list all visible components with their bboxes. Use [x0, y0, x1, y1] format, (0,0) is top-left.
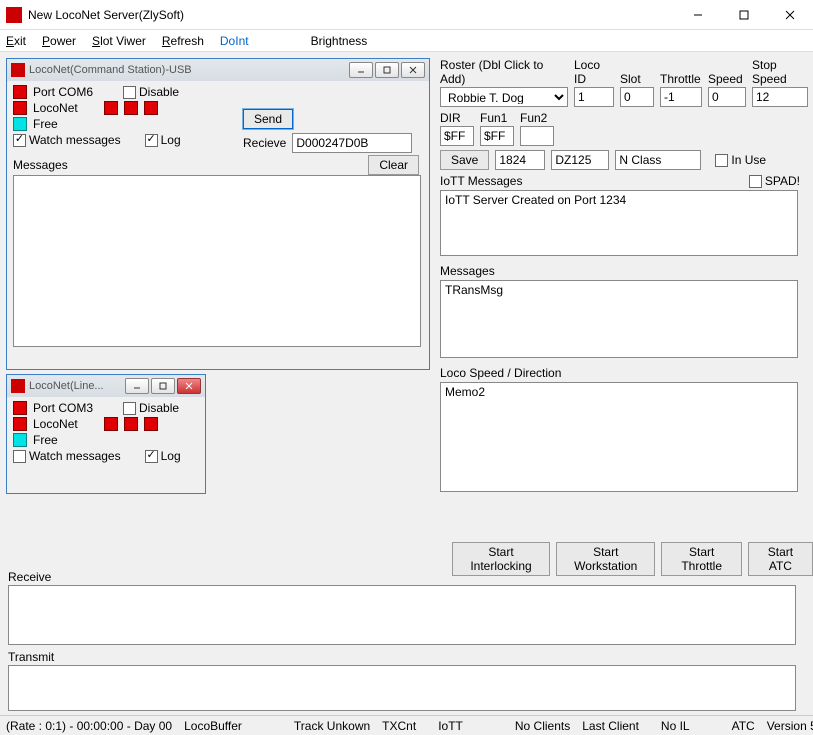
slot-label: Slot — [620, 72, 654, 86]
mdi1-watch-messages-checkbox[interactable]: Watch messages — [13, 133, 121, 147]
led-c — [144, 101, 158, 115]
mdi2-icon — [11, 379, 25, 393]
speed-input[interactable] — [708, 87, 746, 107]
mdi1-free-label: Free — [33, 117, 58, 131]
fun1-label: Fun1 — [480, 111, 514, 125]
mdi1-loconet-label: LocoNet — [33, 101, 78, 115]
status-bar: (Rate : 0:1) - 00:00:00 - Day 00 LocoBuf… — [0, 715, 813, 735]
mdi2-title: LocoNet(Line... — [29, 380, 125, 392]
transmit-textarea[interactable] — [8, 665, 796, 711]
mdi1-messages-label: Messages — [13, 158, 68, 172]
status-track: Track Unkown — [288, 719, 376, 733]
mdi1-disable-checkbox[interactable]: Disable — [123, 85, 179, 99]
mdi2-led-c — [144, 417, 158, 431]
mdi2-minimize[interactable] — [125, 378, 149, 394]
recieve-input[interactable] — [292, 133, 412, 153]
mdi1-icon — [11, 63, 25, 77]
app-icon — [6, 7, 22, 23]
locoid-label: Loco ID — [574, 58, 614, 86]
recieve-label: Recieve — [243, 136, 286, 150]
dir-input[interactable] — [440, 126, 474, 146]
mdi2-led-b — [124, 417, 138, 431]
menu-power[interactable]: Power — [42, 34, 76, 48]
roster-select[interactable]: Robbie T. Dog — [440, 87, 568, 107]
roster-val3-input[interactable] — [615, 150, 701, 170]
led-a — [104, 101, 118, 115]
mdi2-port-label: Port COM3 — [33, 401, 93, 415]
mdi1-maximize[interactable] — [375, 62, 399, 78]
slot-input[interactable] — [620, 87, 654, 107]
menu-exit[interactable]: Exit — [6, 34, 26, 48]
status-rate: (Rate : 0:1) - 00:00:00 - Day 00 — [0, 719, 178, 733]
mdi2-watch-messages-checkbox[interactable]: Watch messages — [13, 449, 121, 463]
mdi2-free-label: Free — [33, 433, 58, 447]
mdi2-loconet-label: LocoNet — [33, 417, 78, 431]
status-locobuffer: LocoBuffer — [178, 719, 248, 733]
stop-speed-input[interactable] — [752, 87, 808, 107]
minimize-button[interactable] — [675, 0, 721, 30]
iott-messages-label: IoTT Messages — [440, 174, 522, 188]
transmit-label: Transmit — [8, 650, 796, 664]
save-button[interactable]: Save — [440, 150, 489, 170]
mdi2-maximize[interactable] — [151, 378, 175, 394]
stop-speed-label: Stop Speed — [752, 58, 808, 86]
in-use-checkbox[interactable]: In Use — [715, 153, 766, 167]
spad-checkbox[interactable]: SPAD! — [749, 174, 800, 188]
locoid-input[interactable] — [574, 87, 614, 107]
dir-label: DIR — [440, 111, 474, 125]
messages2-textarea[interactable]: TRansMsg — [440, 280, 798, 358]
status-version: Version 5.0.0.2 — [761, 719, 813, 733]
maximize-button[interactable] — [721, 0, 767, 30]
mdi2-led-loconet — [13, 417, 27, 431]
mdi1-title: LocoNet(Command Station)-USB — [29, 64, 349, 76]
mdi1-log-checkbox[interactable]: Log — [145, 133, 181, 147]
throttle-label: Throttle — [660, 72, 702, 86]
send-button[interactable]: Send — [243, 109, 293, 129]
menu-bar: Exit Power Slot Viwer Refresh DoInt Brig… — [0, 30, 813, 52]
close-button[interactable] — [767, 0, 813, 30]
status-iott: IoTT — [432, 719, 469, 733]
iott-messages-textarea[interactable]: IoTT Server Created on Port 1234 — [440, 190, 798, 256]
menu-doint[interactable]: DoInt — [220, 34, 249, 48]
status-atc: ATC — [726, 719, 761, 733]
mdi1-messages-textarea[interactable] — [13, 175, 421, 347]
speed-label: Speed — [708, 72, 746, 86]
status-noclients: No Clients — [509, 719, 576, 733]
mdi2-close[interactable] — [177, 378, 201, 394]
receive-label: Receive — [8, 570, 796, 584]
mdi2-led-a — [104, 417, 118, 431]
led-free — [13, 117, 27, 131]
messages2-label: Messages — [440, 264, 495, 278]
status-noil: No IL — [655, 719, 696, 733]
roster-val2-input[interactable] — [551, 150, 609, 170]
mdi1-minimize[interactable] — [349, 62, 373, 78]
roster-label: Roster (Dbl Click to Add) — [440, 58, 568, 86]
clear-button[interactable]: Clear — [368, 155, 419, 175]
receive-textarea[interactable] — [8, 585, 796, 645]
window-title: New LocoNet Server(ZlySoft) — [28, 8, 675, 22]
led-loconet — [13, 101, 27, 115]
status-lastclient: Last Client — [576, 719, 645, 733]
mdi2-led-port — [13, 401, 27, 415]
mdi2-led-free — [13, 433, 27, 447]
fun1-input[interactable] — [480, 126, 514, 146]
menu-slot-viewer[interactable]: Slot Viwer — [92, 34, 146, 48]
mdi1-close[interactable] — [401, 62, 425, 78]
status-txcnt: TXCnt — [376, 719, 422, 733]
led-b — [124, 101, 138, 115]
locospeed-textarea[interactable]: Memo2 — [440, 382, 798, 492]
fun2-label: Fun2 — [520, 111, 554, 125]
locospeed-label: Loco Speed / Direction — [440, 366, 561, 380]
mdi2-disable-checkbox[interactable]: Disable — [123, 401, 179, 415]
mdi1-port-label: Port COM6 — [33, 85, 93, 99]
throttle-input[interactable] — [660, 87, 702, 107]
led-port — [13, 85, 27, 99]
roster-val1-input[interactable] — [495, 150, 545, 170]
fun2-input[interactable] — [520, 126, 554, 146]
menu-brightness[interactable]: Brightness — [311, 34, 368, 48]
menu-refresh[interactable]: Refresh — [162, 34, 204, 48]
mdi2-log-checkbox[interactable]: Log — [145, 449, 181, 463]
